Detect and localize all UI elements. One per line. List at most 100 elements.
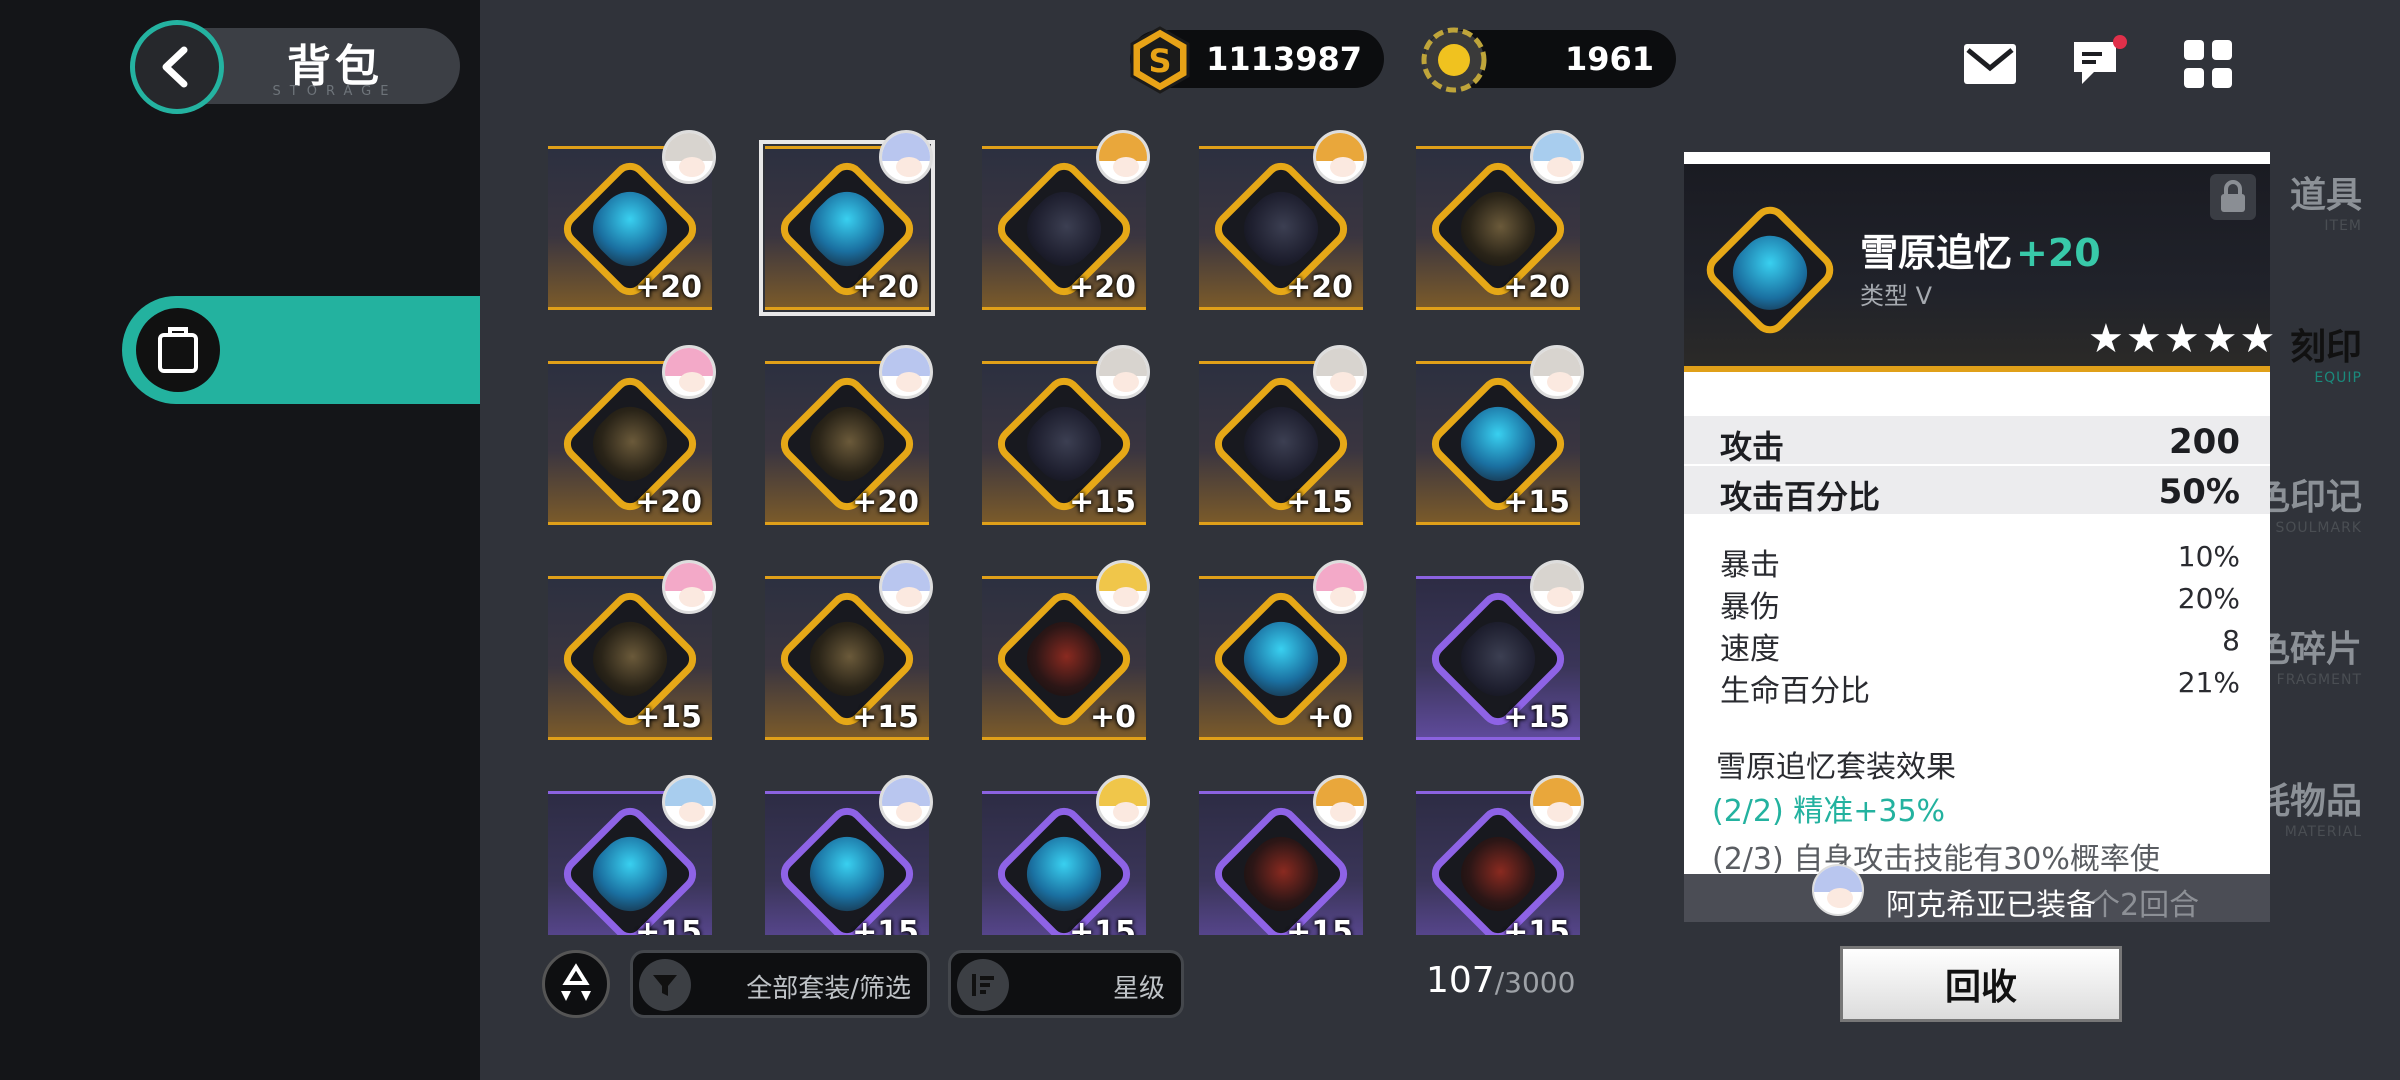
item-slot[interactable]: +20 bbox=[757, 345, 933, 525]
item-art bbox=[1231, 179, 1331, 279]
item-level: +15 bbox=[1503, 485, 1570, 520]
set-filter-button[interactable]: 全部套装/筛选 bbox=[630, 950, 930, 1018]
item-slot[interactable]: +15 bbox=[757, 775, 933, 935]
detail-name: 雪原追忆 +20 bbox=[1860, 222, 2101, 277]
item-count-current: 107 bbox=[1426, 960, 1495, 1001]
item-slot[interactable]: +20 bbox=[540, 130, 716, 310]
sub-stat-row: 生命百分比 21% bbox=[1684, 662, 2270, 709]
owner-avatar bbox=[662, 775, 716, 829]
coin-value: 1961 bbox=[1564, 40, 1654, 78]
item-level: +15 bbox=[1069, 485, 1136, 520]
detail-type: 类型 V bbox=[1860, 282, 1933, 310]
main-stat-value: 200 bbox=[2169, 422, 2240, 462]
item-level: +15 bbox=[1069, 915, 1136, 935]
recycle-button[interactable] bbox=[542, 950, 610, 1018]
item-slot[interactable]: +0 bbox=[1191, 560, 1367, 740]
item-level: +15 bbox=[1286, 915, 1353, 935]
sub-stat-row: 暴击 10% bbox=[1684, 536, 2270, 583]
owner-avatar bbox=[1530, 345, 1584, 399]
main-stat-value: 50% bbox=[2158, 472, 2240, 512]
lock-toggle[interactable] bbox=[2210, 174, 2256, 220]
owner-avatar bbox=[1530, 560, 1584, 614]
owner-avatar bbox=[879, 345, 933, 399]
main-stat-label: 攻击百分比 bbox=[1720, 478, 1881, 516]
equip-icon bbox=[136, 308, 220, 392]
item-level: +15 bbox=[1503, 700, 1570, 735]
back-button[interactable] bbox=[130, 20, 224, 114]
owner-avatar bbox=[1096, 345, 1150, 399]
owner-avatar bbox=[1313, 560, 1367, 614]
main-stat-label: 攻击 bbox=[1720, 428, 1785, 466]
sub-stat-label: 生命百分比 bbox=[1720, 674, 1870, 709]
owner-avatar bbox=[1096, 130, 1150, 184]
item-level: +20 bbox=[635, 485, 702, 520]
svg-text:S: S bbox=[1148, 42, 1171, 80]
item-level: +15 bbox=[1503, 915, 1570, 935]
item-art bbox=[1014, 609, 1114, 709]
item-slot[interactable]: +20 bbox=[1191, 130, 1367, 310]
item-art bbox=[1014, 179, 1114, 279]
item-slot[interactable]: +20 bbox=[974, 130, 1150, 310]
item-count-total: /3000 bbox=[1494, 966, 1576, 999]
sun-coin-icon bbox=[1416, 22, 1492, 98]
lock-icon bbox=[2221, 180, 2245, 212]
item-level: +20 bbox=[1503, 270, 1570, 305]
item-art bbox=[1448, 179, 1548, 279]
item-art bbox=[580, 609, 680, 709]
set-effect-line-partial: 个2回合 bbox=[2090, 888, 2200, 923]
owner-avatar bbox=[1096, 560, 1150, 614]
item-level: +15 bbox=[852, 915, 919, 935]
item-slot[interactable]: +15 bbox=[1408, 560, 1584, 740]
detail-name-text: 雪原追忆 bbox=[1860, 231, 2013, 275]
item-slot[interactable]: +15 bbox=[1408, 345, 1584, 525]
item-slot[interactable]: +15 bbox=[974, 775, 1150, 935]
item-slot[interactable]: +15 bbox=[1191, 775, 1367, 935]
item-level: +20 bbox=[852, 270, 919, 305]
detail-stars: ★★★★★ bbox=[2088, 316, 2278, 362]
owner-avatar bbox=[879, 775, 933, 829]
recover-button[interactable]: 回收 bbox=[1840, 946, 2122, 1022]
detail-item-image bbox=[1699, 199, 1841, 341]
item-slot[interactable]: +20 bbox=[540, 345, 716, 525]
item-slot[interactable]: +15 bbox=[1408, 775, 1584, 935]
item-slot[interactable]: +15 bbox=[757, 560, 933, 740]
item-slot[interactable]: +15 bbox=[540, 560, 716, 740]
item-grid: +20 +20 +20 +20 +20 +20 +20 +15 +15 +15 +15 +15 +0 +0… bbox=[540, 130, 1600, 935]
sub-stat-row: 速度 8 bbox=[1684, 620, 2270, 667]
item-slot[interactable]: +15 bbox=[1191, 345, 1367, 525]
sub-stat-value: 21% bbox=[2177, 666, 2240, 699]
owner-avatar bbox=[879, 560, 933, 614]
item-level: +15 bbox=[1286, 485, 1353, 520]
chevron-left-icon bbox=[162, 46, 188, 88]
item-art bbox=[580, 179, 680, 279]
item-count: 107/3000 bbox=[1426, 960, 1575, 1001]
item-level: +20 bbox=[635, 270, 702, 305]
item-art bbox=[1231, 824, 1331, 924]
item-art bbox=[1231, 394, 1331, 494]
item-level: +15 bbox=[635, 915, 702, 935]
owner-avatar bbox=[1313, 345, 1367, 399]
item-slot[interactable]: +15 bbox=[974, 345, 1150, 525]
item-slot[interactable]: +20 bbox=[1408, 130, 1584, 310]
item-art bbox=[1014, 394, 1114, 494]
item-slot[interactable]: +0 bbox=[974, 560, 1150, 740]
owner-avatar bbox=[662, 560, 716, 614]
equipped-avatar bbox=[1812, 864, 1864, 916]
set-effect-line: (2/3) 自身攻击技能有30%概率使 bbox=[1712, 842, 2160, 877]
mail-icon[interactable] bbox=[1960, 34, 2020, 94]
owner-avatar bbox=[1530, 775, 1584, 829]
owner-avatar bbox=[1313, 775, 1367, 829]
sort-button[interactable]: 星级 bbox=[948, 950, 1184, 1018]
set-effect-title: 雪原追忆套装效果 bbox=[1716, 750, 1956, 785]
page-subtitle: STORAGE bbox=[272, 84, 398, 99]
item-slot[interactable]: +20 bbox=[757, 130, 935, 316]
detail-level: +20 bbox=[2016, 231, 2101, 275]
owner-avatar bbox=[879, 130, 933, 184]
grid-menu-icon[interactable] bbox=[2178, 34, 2238, 94]
sub-stat-row: 暴伤 20% bbox=[1684, 578, 2270, 625]
main-stat-row: 攻击百分比 50% bbox=[1684, 466, 2270, 516]
item-slot[interactable]: +15 bbox=[540, 775, 716, 935]
chat-icon[interactable] bbox=[2068, 34, 2128, 94]
item-art bbox=[797, 394, 897, 494]
owner-avatar bbox=[1530, 130, 1584, 184]
